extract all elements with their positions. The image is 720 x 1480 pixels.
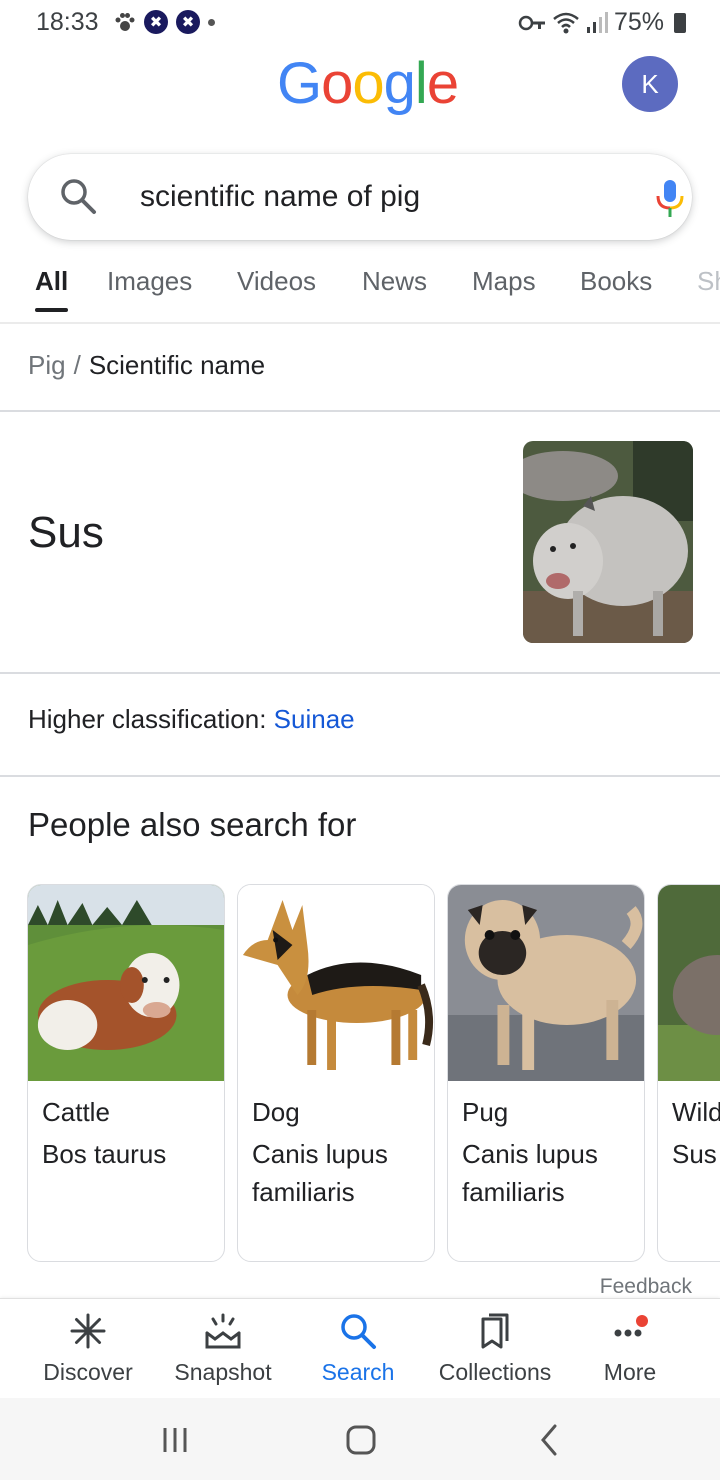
related-name: Cattle bbox=[42, 1097, 110, 1127]
nav-collections[interactable]: Collections bbox=[427, 1311, 563, 1386]
home-icon[interactable] bbox=[341, 1420, 381, 1460]
classification-label: Higher classification: bbox=[28, 704, 267, 734]
nav-label: Snapshot bbox=[174, 1359, 272, 1385]
people-also-search-title: People also search for bbox=[28, 806, 357, 843]
related-carousel: Cattle Bos taurus Dog Canis lupus famili… bbox=[27, 884, 720, 1262]
related-card-cattle[interactable]: Cattle Bos taurus bbox=[27, 884, 225, 1262]
breadcrumb-current: Scientific name bbox=[88, 350, 266, 380]
bookmark-icon bbox=[481, 1313, 509, 1349]
nav-search[interactable]: Search bbox=[290, 1311, 426, 1386]
related-card-pug[interactable]: Pug Canis lupus familiaris bbox=[447, 884, 645, 1262]
notification-icons: ✖ ✖ bbox=[114, 10, 215, 34]
nav-label: Search bbox=[321, 1359, 395, 1385]
tab-maps[interactable]: Maps bbox=[472, 266, 536, 297]
battery-icon bbox=[674, 12, 686, 33]
status-bar: 18:33 ✖ ✖ 75% bbox=[0, 0, 720, 44]
nav-label: More bbox=[603, 1359, 657, 1385]
system-navigation bbox=[0, 1398, 720, 1480]
snapshot-icon bbox=[205, 1313, 241, 1349]
tab-all[interactable]: All bbox=[35, 266, 69, 312]
divider bbox=[0, 672, 720, 674]
breadcrumb: Pig / Scientific name bbox=[28, 350, 265, 381]
divider bbox=[0, 410, 720, 412]
app-notification-icon-2: ✖ bbox=[176, 10, 200, 34]
nav-more[interactable]: More bbox=[562, 1311, 698, 1386]
tab-shopping[interactable]: Sh bbox=[697, 266, 720, 297]
account-avatar[interactable]: K bbox=[622, 56, 678, 112]
logo-letter: e bbox=[426, 51, 459, 116]
bottom-navigation: Discover Snapshot Search Collections Mor… bbox=[0, 1298, 720, 1398]
feedback-link[interactable]: Feedback bbox=[600, 1275, 692, 1299]
related-name: Pug bbox=[462, 1097, 509, 1127]
battery-percent: 75% bbox=[613, 8, 664, 36]
tab-books[interactable]: Books bbox=[580, 266, 652, 297]
nav-label: Discover bbox=[43, 1359, 133, 1385]
cattle-image bbox=[28, 885, 224, 1081]
classification-link[interactable]: Suinae bbox=[274, 704, 355, 734]
microphone-icon[interactable] bbox=[652, 178, 688, 220]
app-notification-icon: ✖ bbox=[144, 10, 168, 34]
breadcrumb-parent[interactable]: Pig bbox=[28, 350, 66, 380]
logo-letter: G bbox=[277, 51, 322, 116]
more-dots-icon bbox=[614, 1315, 648, 1337]
recent-apps-icon[interactable] bbox=[155, 1420, 195, 1460]
pig-image[interactable] bbox=[523, 441, 693, 643]
signal-icon bbox=[586, 11, 608, 33]
related-name: Wild bbox=[672, 1097, 720, 1127]
search-box[interactable]: scientific name of pig bbox=[28, 154, 692, 240]
logo-letter: o bbox=[352, 51, 384, 116]
related-scientific-name: Bos taurus bbox=[42, 1139, 167, 1169]
key-icon bbox=[518, 15, 545, 30]
back-icon[interactable] bbox=[530, 1420, 570, 1460]
nav-snapshot[interactable]: Snapshot bbox=[155, 1311, 291, 1386]
search-query[interactable]: scientific name of pig bbox=[140, 180, 420, 214]
related-card-dog[interactable]: Dog Canis lupus familiaris bbox=[237, 884, 435, 1262]
nav-label: Collections bbox=[438, 1359, 552, 1385]
wifi-icon bbox=[553, 12, 579, 33]
paw-icon bbox=[115, 13, 135, 31]
related-scientific-name: Canis lupus familiaris bbox=[252, 1139, 388, 1207]
asterisk-icon bbox=[70, 1313, 106, 1349]
search-icon bbox=[61, 179, 96, 214]
nav-discover[interactable]: Discover bbox=[20, 1311, 156, 1386]
logo-letter: l bbox=[414, 51, 428, 116]
related-scientific-name: Canis lupus familiaris bbox=[462, 1139, 598, 1207]
answer-text: Sus bbox=[28, 508, 104, 557]
higher-classification: Higher classification: Suinae bbox=[28, 704, 355, 735]
search-icon bbox=[341, 1314, 376, 1349]
divider bbox=[0, 775, 720, 777]
search-tabs: All Images Videos News Maps Books Sh bbox=[0, 258, 720, 324]
logo-letter: o bbox=[321, 51, 353, 116]
status-right: 75% bbox=[518, 8, 686, 37]
status-time: 18:33 bbox=[36, 8, 99, 36]
tab-videos[interactable]: Videos bbox=[237, 266, 316, 297]
pug-image bbox=[448, 885, 644, 1081]
related-scientific-name: Sus bbox=[672, 1139, 717, 1169]
more-notifications-icon bbox=[208, 18, 215, 26]
tab-images[interactable]: Images bbox=[107, 266, 192, 297]
related-name: Dog bbox=[252, 1097, 300, 1127]
wild-boar-image bbox=[658, 885, 720, 1081]
breadcrumb-separator: / bbox=[73, 350, 81, 380]
dog-image bbox=[238, 885, 434, 1081]
logo-letter: g bbox=[383, 51, 416, 116]
tab-news[interactable]: News bbox=[362, 266, 427, 297]
related-card-wild-boar[interactable]: Wild Sus bbox=[657, 884, 720, 1262]
google-logo[interactable]: Google bbox=[277, 50, 459, 117]
